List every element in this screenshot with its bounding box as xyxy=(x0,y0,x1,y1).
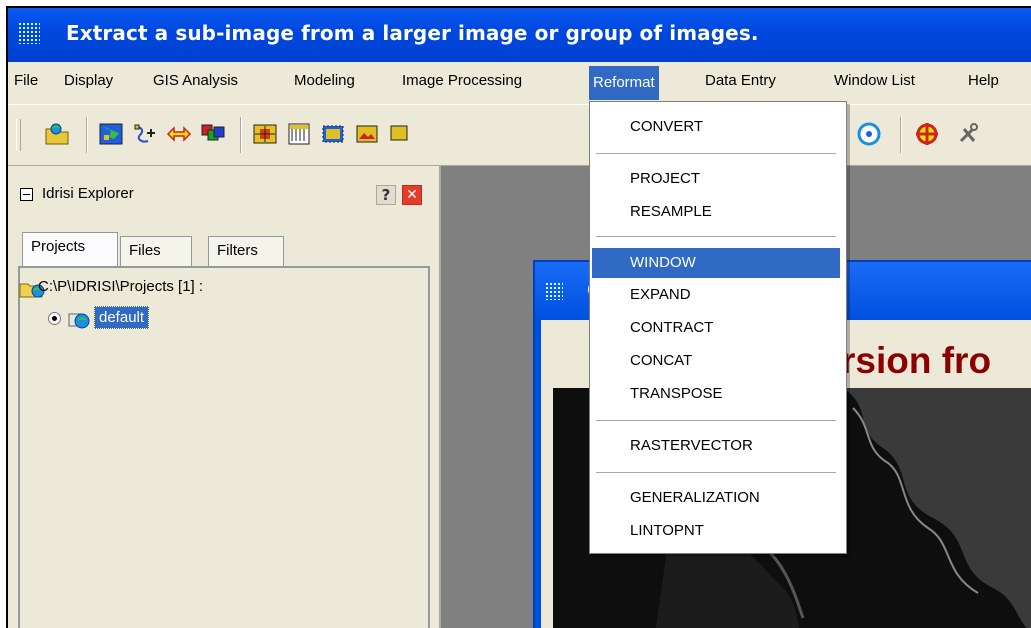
app-icon xyxy=(18,22,40,44)
project-path[interactable]: C:\P\IDRISI\Projects [1] : xyxy=(38,278,203,295)
menu-help[interactable]: Help xyxy=(968,72,999,89)
composite-icon[interactable] xyxy=(252,121,278,147)
menu-bar: File Display GIS Analysis Modeling Image… xyxy=(8,62,1031,104)
open-folder-icon[interactable] xyxy=(44,121,70,147)
menu-item-rastervector[interactable]: RASTERVECTOR xyxy=(592,431,840,461)
menu-item-contract[interactable]: CONTRACT xyxy=(592,313,840,343)
tab-filters[interactable]: Filters xyxy=(208,236,284,266)
menu-item-concat[interactable]: CONCAT xyxy=(592,346,840,376)
menu-file[interactable]: File xyxy=(14,72,38,89)
menu-item-window[interactable]: WINDOW xyxy=(592,248,840,278)
tab-files[interactable]: Files xyxy=(120,236,192,266)
document-icon xyxy=(545,282,563,300)
menu-item-convert[interactable]: CONVERT xyxy=(592,112,840,142)
swap-arrows-icon[interactable] xyxy=(166,121,192,147)
window-title: Extract a sub-image from a larger image … xyxy=(66,21,759,45)
menu-reformat[interactable]: Reformat xyxy=(589,66,659,100)
reformat-dropdown-menu: CONVERT PROJECT RESAMPLE WINDOW EXPAND C… xyxy=(589,101,847,554)
tab-projects[interactable]: Projects xyxy=(22,232,118,268)
menu-separator xyxy=(596,472,836,473)
menu-separator xyxy=(596,236,836,237)
menu-modeling[interactable]: Modeling xyxy=(294,72,355,89)
menu-display[interactable]: Display xyxy=(64,72,113,89)
sheet-icon[interactable] xyxy=(286,121,312,147)
target-icon[interactable] xyxy=(856,121,882,147)
title-bar[interactable]: Extract a sub-image from a larger image … xyxy=(8,8,1031,62)
toolbar xyxy=(8,104,1031,166)
collapse-icon[interactable] xyxy=(20,188,33,201)
menu-item-project[interactable]: PROJECT xyxy=(592,164,840,194)
help-button[interactable]: ? xyxy=(376,185,396,205)
application-window: Extract a sub-image from a larger image … xyxy=(6,6,1031,628)
menu-image-processing[interactable]: Image Processing xyxy=(402,72,522,89)
explorer-title: Idrisi Explorer xyxy=(42,185,134,202)
layer-tool-icon[interactable] xyxy=(388,121,414,147)
projects-tree: C:\P\IDRISI\Projects [1] : default xyxy=(18,266,430,628)
explorer-header: Idrisi Explorer ? ✕ xyxy=(14,180,429,210)
project-radio[interactable] xyxy=(48,312,61,325)
menu-item-generalization[interactable]: GENERALIZATION xyxy=(592,483,840,513)
menu-separator xyxy=(596,420,836,421)
window-icon[interactable] xyxy=(320,121,346,147)
menu-separator xyxy=(596,153,836,154)
idrisi-explorer-panel: Idrisi Explorer ? ✕ Projects Files Filte… xyxy=(8,166,441,628)
menu-gis-analysis[interactable]: GIS Analysis xyxy=(153,72,238,89)
project-default[interactable]: default xyxy=(94,306,150,329)
project-globe-icon xyxy=(68,313,90,329)
close-button[interactable]: ✕ xyxy=(402,185,422,205)
toolbar-separator xyxy=(900,117,902,153)
menu-item-resample[interactable]: RESAMPLE xyxy=(592,197,840,227)
menu-item-lintopnt[interactable]: LINTOPNT xyxy=(592,516,840,546)
crosshair-icon[interactable] xyxy=(914,121,940,147)
menu-item-expand[interactable]: EXPAND xyxy=(592,280,840,310)
toolbar-separator xyxy=(240,117,242,153)
tools-icon[interactable] xyxy=(956,121,982,147)
map-display-icon[interactable] xyxy=(98,121,124,147)
layers-icon[interactable] xyxy=(200,121,226,147)
toolbar-grip[interactable] xyxy=(16,119,21,151)
menu-window-list[interactable]: Window List xyxy=(834,72,915,89)
image-icon[interactable] xyxy=(354,121,380,147)
digitize-icon[interactable] xyxy=(132,121,158,147)
toolbar-separator xyxy=(86,117,88,153)
menu-item-transpose[interactable]: TRANSPOSE xyxy=(592,379,840,409)
document-heading: rsion fro xyxy=(841,340,992,381)
menu-data-entry[interactable]: Data Entry xyxy=(705,72,776,89)
